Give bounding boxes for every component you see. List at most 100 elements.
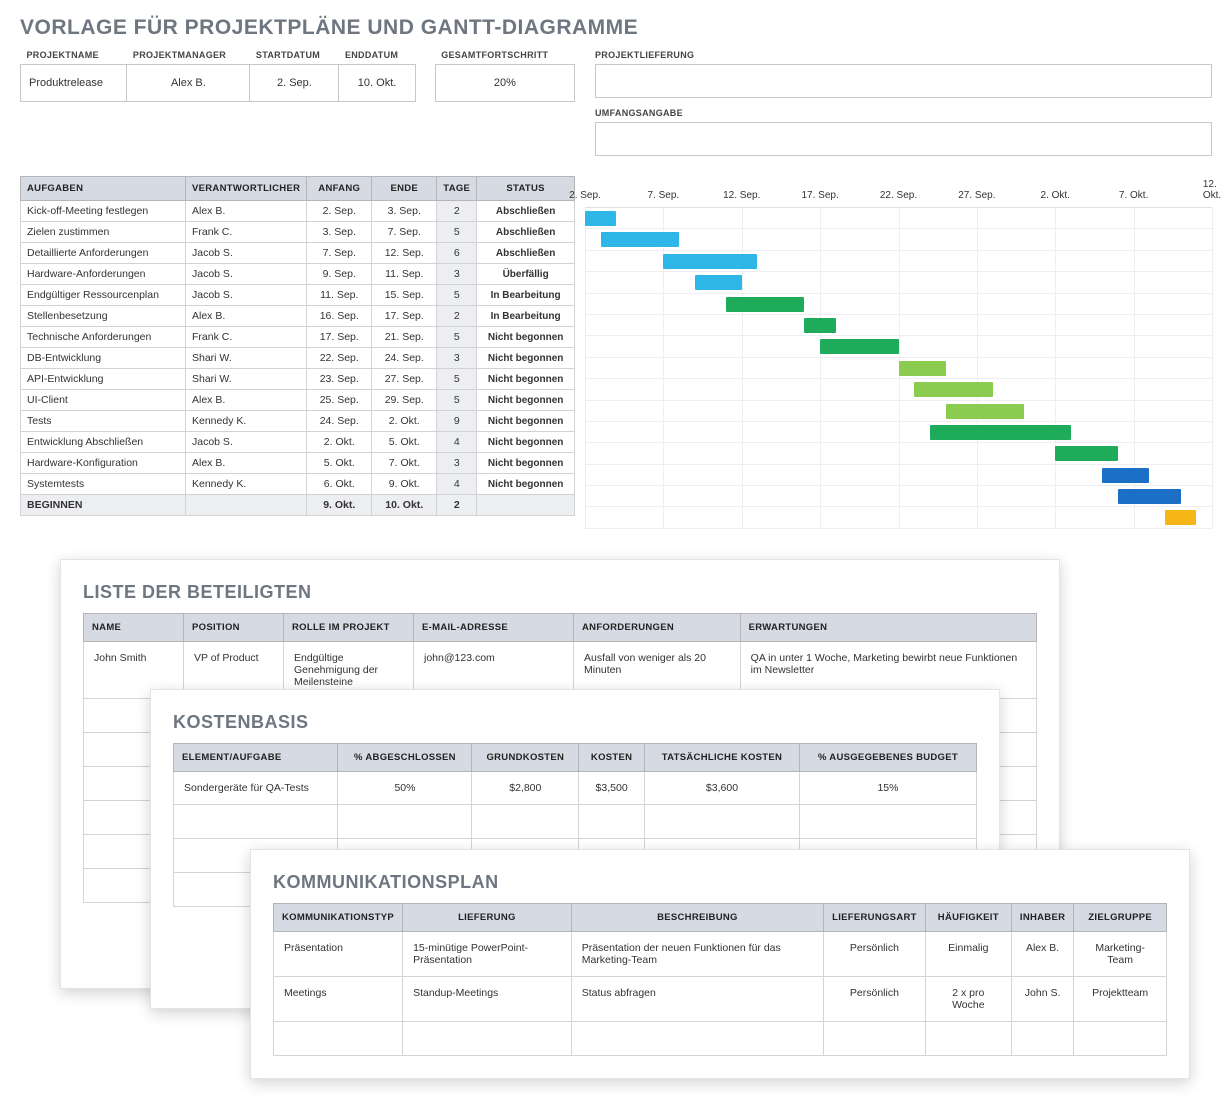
task-days: 4: [437, 474, 477, 495]
task-row[interactable]: Endgültiger RessourcenplanJacob S.11. Se…: [21, 285, 575, 306]
task-row[interactable]: API-EntwicklungShari W.23. Sep.27. Sep.5…: [21, 369, 575, 390]
task-table: AUFGABEN VERANTWORTLICHER ANFANG ENDE TA…: [20, 176, 575, 516]
gantt-row: [585, 315, 1212, 336]
gantt-bar[interactable]: [1102, 468, 1149, 483]
gantt-row: [585, 422, 1212, 443]
task-status: In Bearbeitung: [477, 306, 575, 327]
task-status: Nicht begonnen: [477, 432, 575, 453]
col-days: TAGE: [437, 177, 477, 201]
gantt-bar[interactable]: [663, 254, 757, 269]
task-row[interactable]: Hardware-AnforderungenJacob S.9. Sep.11.…: [21, 264, 575, 285]
scope-input[interactable]: [595, 122, 1212, 156]
task-row[interactable]: Technische AnforderungenFrank C.17. Sep.…: [21, 327, 575, 348]
gantt-row: [585, 272, 1212, 293]
task-summary-row: BEGINNEN9. Okt.10. Okt.2: [21, 495, 575, 516]
meta-name[interactable]: Produktrelease: [21, 65, 127, 102]
task-name: Technische Anforderungen: [21, 327, 186, 348]
cost-col-base: GRUNDKOSTEN: [472, 743, 579, 771]
comm-row[interactable]: Präsentation15-minütige PowerPoint-Präse…: [274, 931, 1167, 976]
empty-row[interactable]: [274, 1021, 1167, 1055]
gantt-date-label: 2. Okt.: [1041, 190, 1070, 201]
task-row[interactable]: Hardware-KonfigurationAlex B.5. Okt.7. O…: [21, 453, 575, 474]
stakeholders-title: LISTE DER BETEILIGTEN: [83, 582, 1037, 603]
gantt-bar[interactable]: [585, 211, 616, 226]
task-owner: Alex B.: [186, 201, 307, 222]
comm-type: Präsentation: [274, 931, 403, 976]
gantt-bar[interactable]: [601, 232, 679, 247]
task-end: 3. Sep.: [372, 201, 437, 222]
comm-aud: Projektteam: [1074, 976, 1167, 1021]
task-row[interactable]: Entwicklung AbschließenJacob S.2. Okt.5.…: [21, 432, 575, 453]
comm-row[interactable]: MeetingsStandup-MeetingsStatus abfragenP…: [274, 976, 1167, 1021]
task-start: 7. Sep.: [307, 243, 372, 264]
comm-desc: Status abfragen: [571, 976, 823, 1021]
gantt-bar[interactable]: [899, 361, 946, 376]
task-start: 16. Sep.: [307, 306, 372, 327]
task-start: 24. Sep.: [307, 411, 372, 432]
task-end: 27. Sep.: [372, 369, 437, 390]
meta-progress[interactable]: 20%: [435, 65, 574, 102]
col-end: ENDE: [372, 177, 437, 201]
gantt-date-label: 12. Sep.: [723, 190, 760, 201]
project-meta: PROJEKTNAME PROJEKTMANAGER STARTDATUM EN…: [20, 50, 1212, 156]
delivery-field: PROJEKTLIEFERUNG: [595, 50, 1212, 98]
gantt-bar[interactable]: [726, 297, 804, 312]
task-days: 5: [437, 327, 477, 348]
task-owner: Alex B.: [186, 390, 307, 411]
comm-title: KOMMUNIKATIONSPLAN: [273, 872, 1167, 893]
gantt-bar[interactable]: [804, 318, 835, 333]
comm-col-aud: ZIELGRUPPE: [1074, 903, 1167, 931]
comm-mode: Persönlich: [824, 976, 926, 1021]
gantt-bar[interactable]: [930, 425, 1071, 440]
gantt-date-label: 22. Sep.: [880, 190, 917, 201]
task-row[interactable]: TestsKennedy K.24. Sep.2. Okt.9Nicht beg…: [21, 411, 575, 432]
gantt-bar[interactable]: [914, 382, 992, 397]
task-name: Stellenbesetzung: [21, 306, 186, 327]
task-end: 21. Sep.: [372, 327, 437, 348]
delivery-input[interactable]: [595, 64, 1212, 98]
task-days: 3: [437, 453, 477, 474]
task-status: Abschließen: [477, 222, 575, 243]
cost-actual: $3,600: [645, 771, 800, 804]
task-row[interactable]: Zielen zustimmenFrank C.3. Sep.7. Sep.5A…: [21, 222, 575, 243]
task-owner: Frank C.: [186, 222, 307, 243]
cost-base: $2,800: [472, 771, 579, 804]
scope-label: UMFANGSANGABE: [595, 108, 1212, 118]
task-row[interactable]: Detaillierte AnforderungenJacob S.7. Sep…: [21, 243, 575, 264]
task-name: Zielen zustimmen: [21, 222, 186, 243]
gantt-bar[interactable]: [1118, 489, 1181, 504]
gantt-bar[interactable]: [1165, 510, 1196, 525]
task-start: 2. Sep.: [307, 201, 372, 222]
task-row[interactable]: StellenbesetzungAlex B.16. Sep.17. Sep.2…: [21, 306, 575, 327]
task-end: 29. Sep.: [372, 390, 437, 411]
gantt-row: [585, 507, 1212, 528]
gantt-bar[interactable]: [1055, 446, 1118, 461]
empty-row[interactable]: [174, 804, 977, 838]
gantt-row: [585, 251, 1212, 272]
task-name: Detaillierte Anforderungen: [21, 243, 186, 264]
task-row[interactable]: DB-EntwicklungShari W.22. Sep.24. Sep.3N…: [21, 348, 575, 369]
gantt-bar[interactable]: [695, 275, 742, 290]
task-name: Tests: [21, 411, 186, 432]
gantt-date-label: 7. Okt.: [1119, 190, 1148, 201]
gantt-row: [585, 401, 1212, 422]
task-row[interactable]: SystemtestsKennedy K.6. Okt.9. Okt.4Nich…: [21, 474, 575, 495]
task-end: 15. Sep.: [372, 285, 437, 306]
meta-start[interactable]: 2. Sep.: [250, 65, 339, 102]
task-days: 2: [437, 201, 477, 222]
gantt-row: [585, 486, 1212, 507]
meta-end[interactable]: 10. Okt.: [339, 65, 415, 102]
task-days: 4: [437, 432, 477, 453]
meta-header-name: PROJEKTNAME: [21, 50, 127, 65]
meta-manager[interactable]: Alex B.: [127, 65, 250, 102]
task-start: 25. Sep.: [307, 390, 372, 411]
meta-table: PROJEKTNAME PROJEKTMANAGER STARTDATUM EN…: [20, 50, 575, 102]
gantt-bar[interactable]: [946, 404, 1024, 419]
task-start: 22. Sep.: [307, 348, 372, 369]
cost-item: Sondergeräte für QA-Tests: [174, 771, 338, 804]
task-row[interactable]: Kick-off-Meeting festlegenAlex B.2. Sep.…: [21, 201, 575, 222]
task-status: Nicht begonnen: [477, 474, 575, 495]
gantt-bar[interactable]: [820, 339, 898, 354]
task-row[interactable]: UI-ClientAlex B.25. Sep.29. Sep.5Nicht b…: [21, 390, 575, 411]
cost-row[interactable]: Sondergeräte für QA-Tests50%$2,800$3,500…: [174, 771, 977, 804]
